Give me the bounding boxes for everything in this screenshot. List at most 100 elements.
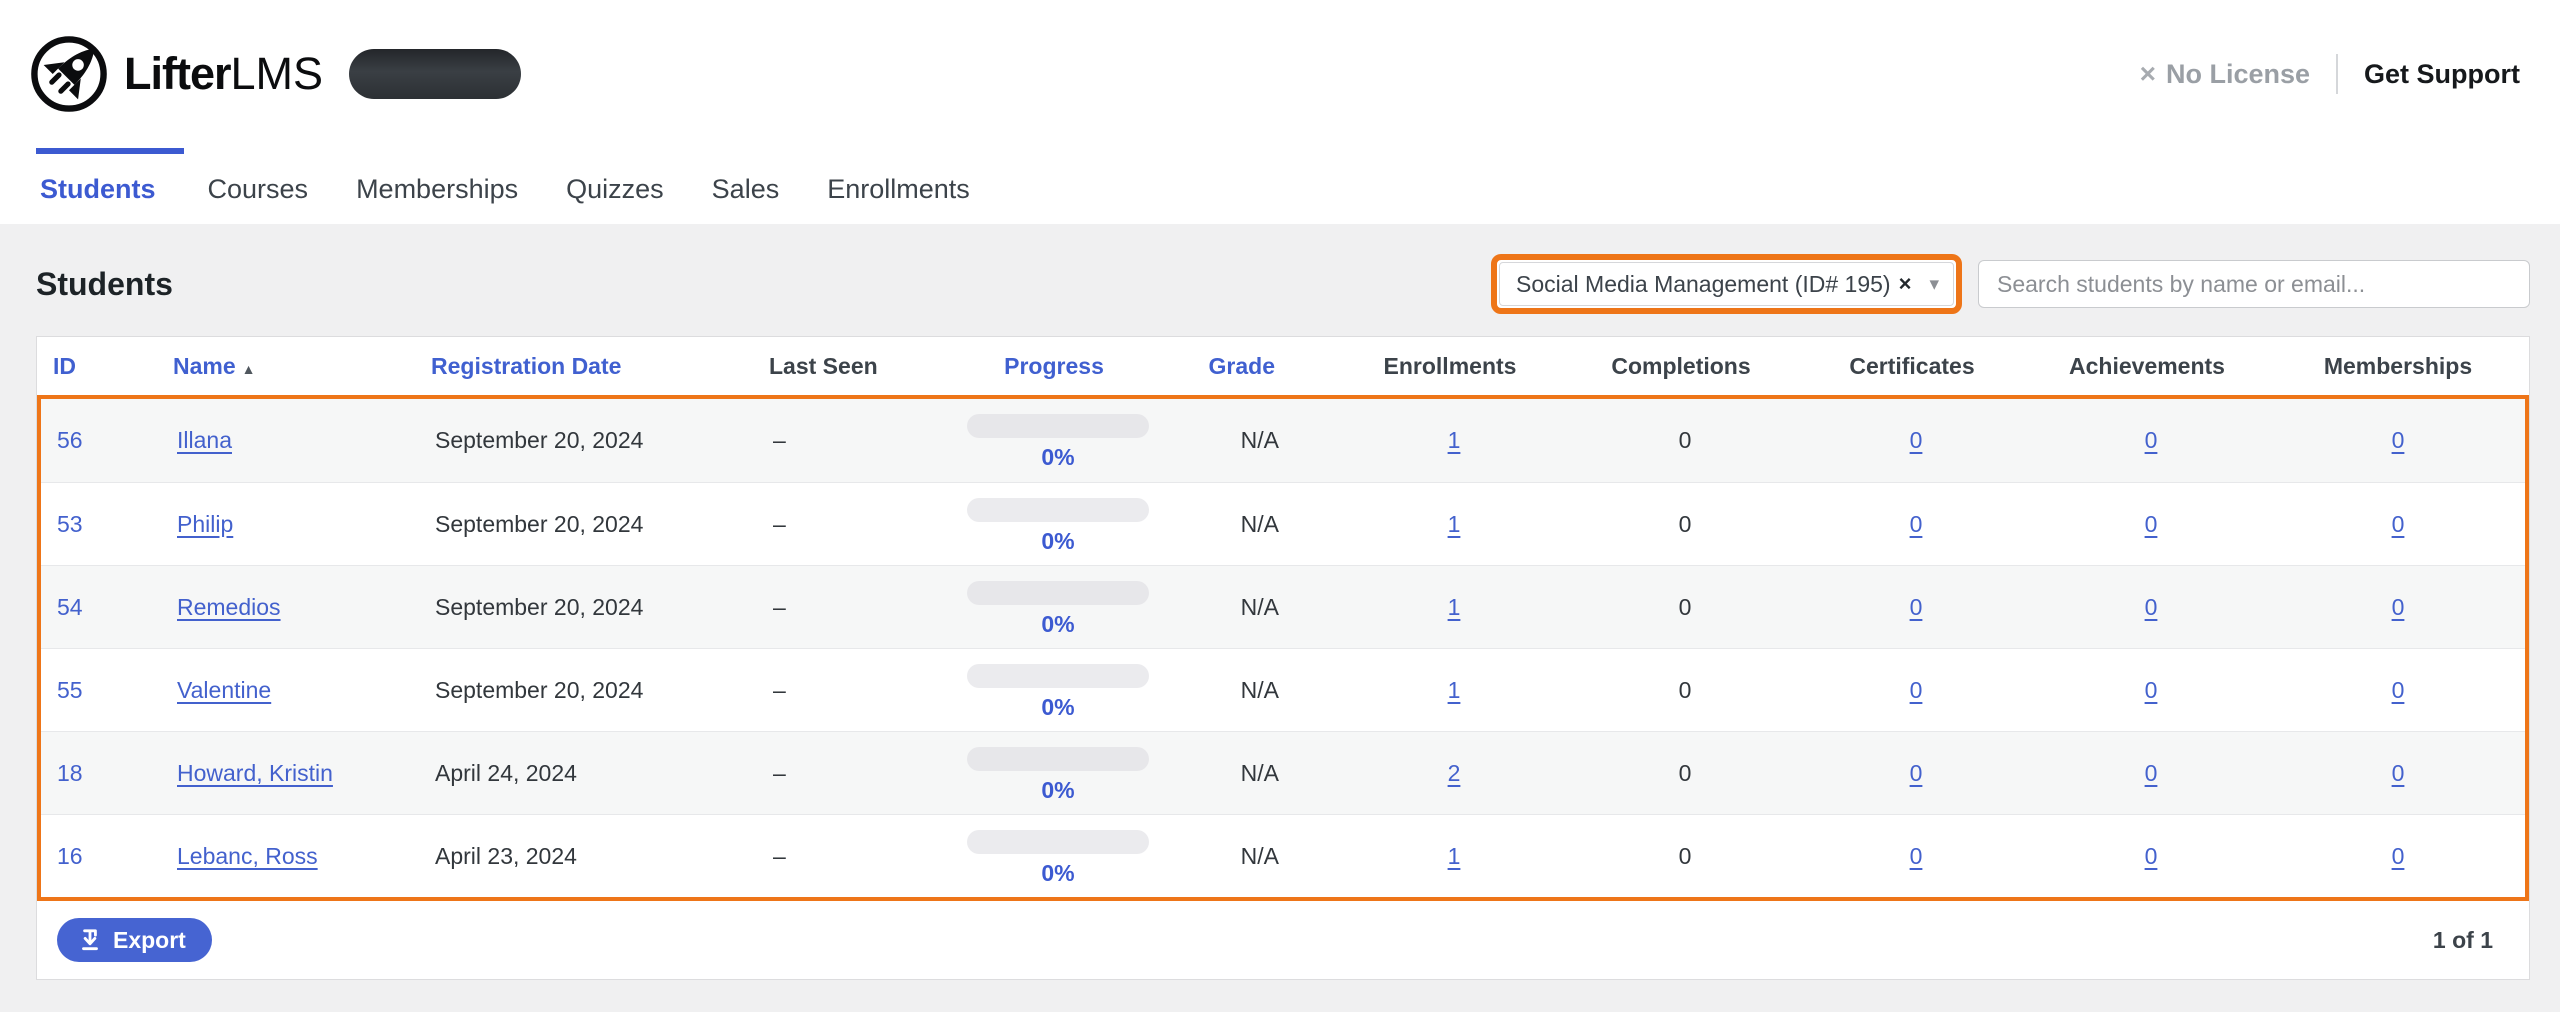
cell-registration: September 20, 2024 — [419, 427, 757, 454]
course-filter-remove-icon[interactable]: × — [1899, 271, 1912, 297]
column-header-id[interactable]: ID — [37, 353, 157, 380]
cell-completions: 0 — [1569, 843, 1801, 870]
memberships-link[interactable]: 0 — [2392, 760, 2405, 786]
student-row-16: 16Lebanc, RossApril 23, 2024–0%N/A10000 — [41, 814, 2525, 897]
course-filter-dropdown[interactable]: Social Media Management (ID# 195) × ▾ — [1499, 262, 1954, 306]
cell-memberships: 0 — [2271, 594, 2525, 621]
id-link[interactable]: 55 — [57, 677, 83, 703]
progress-bar — [967, 498, 1149, 522]
cell-last_seen: – — [757, 677, 947, 704]
name-link[interactable]: Illana — [177, 427, 232, 453]
nav-tab-courses[interactable]: Courses — [184, 148, 333, 224]
certificates-link[interactable]: 0 — [1910, 511, 1923, 537]
student-search-input[interactable] — [1978, 260, 2530, 308]
enrollments-link[interactable]: 1 — [1448, 594, 1461, 620]
name-link[interactable]: Howard, Kristin — [177, 760, 333, 786]
student-row-54: 54RemediosSeptember 20, 2024–0%N/A10000 — [41, 565, 2525, 648]
cell-id: 55 — [41, 677, 161, 704]
cell-grade: N/A — [1169, 760, 1339, 787]
export-button[interactable]: Export — [57, 918, 212, 962]
enrollments-link[interactable]: 1 — [1448, 511, 1461, 537]
table-header-row: IDName▲Registration DateLast SeenProgres… — [37, 337, 2529, 395]
cell-certificates: 0 — [1801, 760, 2031, 787]
cell-enrollments: 1 — [1339, 511, 1569, 538]
enrollments-link[interactable]: 1 — [1448, 843, 1461, 869]
student-row-55: 55ValentineSeptember 20, 2024–0%N/A10000 — [41, 648, 2525, 731]
cell-enrollments: 1 — [1339, 677, 1569, 704]
progress-percent: 0% — [1041, 444, 1074, 471]
cell-achievements: 0 — [2031, 427, 2271, 454]
progress-percent: 0% — [1041, 777, 1074, 804]
nav-tab-sales[interactable]: Sales — [688, 148, 804, 224]
nav-tab-memberships[interactable]: Memberships — [332, 148, 542, 224]
pagination-status: 1 of 1 — [2433, 927, 2493, 954]
certificates-link[interactable]: 0 — [1910, 760, 1923, 786]
name-link[interactable]: Valentine — [177, 677, 271, 703]
column-header-name[interactable]: Name▲ — [157, 353, 415, 380]
enrollments-link[interactable]: 2 — [1448, 760, 1461, 786]
certificates-link[interactable]: 0 — [1910, 843, 1923, 869]
enrollments-link[interactable]: 1 — [1448, 427, 1461, 453]
cell-memberships: 0 — [2271, 511, 2525, 538]
cell-enrollments: 2 — [1339, 760, 1569, 787]
cell-grade: N/A — [1169, 843, 1339, 870]
get-support-link[interactable]: Get Support — [2364, 59, 2520, 90]
cell-last_seen: – — [757, 594, 947, 621]
column-header-grade[interactable]: Grade — [1165, 353, 1335, 380]
student-row-53: 53PhilipSeptember 20, 2024–0%N/A10000 — [41, 482, 2525, 565]
cell-memberships: 0 — [2271, 843, 2525, 870]
achievements-link[interactable]: 0 — [2145, 511, 2158, 537]
cell-last_seen: – — [757, 511, 947, 538]
certificates-link[interactable]: 0 — [1910, 594, 1923, 620]
id-link[interactable]: 53 — [57, 511, 83, 537]
top-header: LifterLMS × No License Get Support — [0, 0, 2560, 148]
id-link[interactable]: 16 — [57, 843, 83, 869]
column-header-completions: Completions — [1565, 353, 1797, 380]
id-link[interactable]: 56 — [57, 427, 83, 453]
cell-name: Philip — [161, 511, 419, 538]
nav-tab-enrollments[interactable]: Enrollments — [803, 148, 994, 224]
name-link[interactable]: Lebanc, Ross — [177, 843, 318, 869]
name-link[interactable]: Philip — [177, 511, 233, 537]
column-header-registration[interactable]: Registration Date — [415, 353, 753, 380]
progress-bar — [967, 747, 1149, 771]
id-link[interactable]: 54 — [57, 594, 83, 620]
cell-grade: N/A — [1169, 511, 1339, 538]
memberships-link[interactable]: 0 — [2392, 427, 2405, 453]
nav-tab-quizzes[interactable]: Quizzes — [542, 148, 688, 224]
cell-memberships: 0 — [2271, 677, 2525, 704]
memberships-link[interactable]: 0 — [2392, 677, 2405, 703]
column-header-certificates: Certificates — [1797, 353, 2027, 380]
certificates-link[interactable]: 0 — [1910, 427, 1923, 453]
cell-name: Valentine — [161, 677, 419, 704]
cell-achievements: 0 — [2031, 594, 2271, 621]
cell-progress: 0% — [947, 410, 1169, 471]
achievements-link[interactable]: 0 — [2145, 843, 2158, 869]
students-table: IDName▲Registration DateLast SeenProgres… — [36, 336, 2530, 980]
cell-id: 56 — [41, 427, 161, 454]
progress-bar — [967, 414, 1149, 438]
cell-progress: 0% — [947, 826, 1169, 887]
nav-tab-students[interactable]: Students — [36, 148, 184, 224]
enrollments-link[interactable]: 1 — [1448, 677, 1461, 703]
header-right: × No License Get Support — [2140, 54, 2520, 94]
name-link[interactable]: Remedios — [177, 594, 281, 620]
achievements-link[interactable]: 0 — [2145, 427, 2158, 453]
certificates-link[interactable]: 0 — [1910, 677, 1923, 703]
content-head: Students Social Media Management (ID# 19… — [36, 254, 2530, 314]
cell-grade: N/A — [1169, 594, 1339, 621]
achievements-link[interactable]: 0 — [2145, 677, 2158, 703]
cell-id: 18 — [41, 760, 161, 787]
cell-completions: 0 — [1569, 677, 1801, 704]
memberships-link[interactable]: 0 — [2392, 843, 2405, 869]
cell-grade: N/A — [1169, 427, 1339, 454]
id-link[interactable]: 18 — [57, 760, 83, 786]
achievements-link[interactable]: 0 — [2145, 760, 2158, 786]
cell-completions: 0 — [1569, 427, 1801, 454]
memberships-link[interactable]: 0 — [2392, 511, 2405, 537]
cell-id: 16 — [41, 843, 161, 870]
redacted-badge — [349, 49, 521, 99]
column-header-progress[interactable]: Progress — [943, 353, 1165, 380]
achievements-link[interactable]: 0 — [2145, 594, 2158, 620]
memberships-link[interactable]: 0 — [2392, 594, 2405, 620]
